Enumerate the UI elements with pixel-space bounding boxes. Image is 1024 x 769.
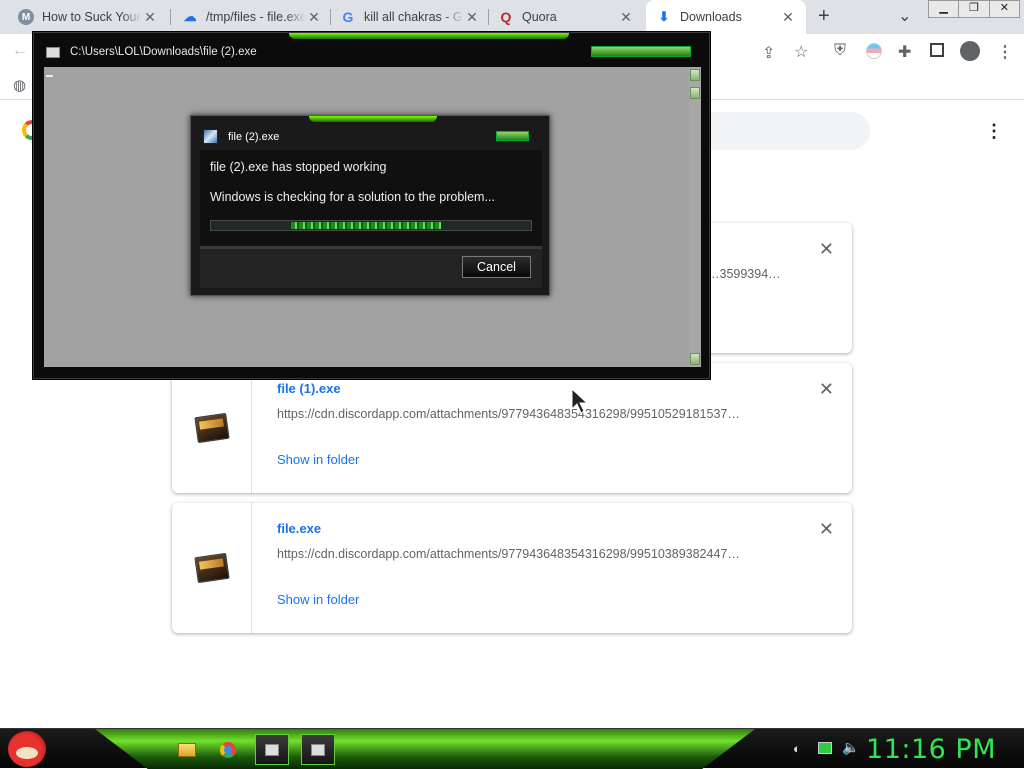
extension-flag-icon[interactable] [866,43,882,59]
close-icon[interactable]: ✕ [618,9,634,26]
remove-icon[interactable]: ✕ [819,519,834,540]
taskbar-chrome[interactable] [211,734,245,765]
taskbar-explorer[interactable] [170,734,204,765]
profile-avatar-icon[interactable] [960,41,980,61]
tab-title: Quora [522,10,557,24]
dialog-title: file (2).exe [228,131,280,143]
share-icon[interactable]: ⇪ [762,43,775,63]
close-icon[interactable]: ✕ [306,9,322,26]
window-controls: ▁ ❐ ✕ [928,0,1020,18]
error-dialog: file (2).exe file (2).exe has stopped wo… [190,115,550,296]
progress-bar [210,220,532,231]
error-message: file (2).exe has stopped working [210,160,387,174]
remove-icon[interactable]: ✕ [819,379,834,400]
download-item: file (1).exe https://cdn.discordapp.com/… [172,363,852,493]
console-scrollbar[interactable] [689,67,701,367]
network-icon[interactable] [818,742,832,754]
taskbar-clock[interactable]: 11:16 PM [866,734,996,765]
download-url[interactable]: https://cdn.discordapp.com/attachments/9… [277,547,777,561]
taskbar-console[interactable] [255,734,289,765]
file-icon-cell [172,503,252,633]
close-window-icon[interactable]: ✕ [990,1,1019,17]
caption-glow [289,33,569,39]
mouse-pointer-icon [571,387,589,414]
download-filename[interactable]: file (1).exe [277,381,341,396]
angry-bird-icon [16,747,38,759]
start-button[interactable] [8,731,46,767]
taskbar-error-dialog[interactable] [301,734,335,765]
restore-icon[interactable]: ❐ [959,1,990,17]
puzzle-icon[interactable]: ✚ [898,42,911,62]
download-url[interactable]: …3599394… [707,267,807,281]
tab-title: How to Suck Your [42,10,141,24]
console-window-buttons[interactable] [591,46,691,57]
tab-title: Downloads [680,10,742,24]
status-message: Windows is checking for a solution to th… [210,190,495,204]
tab-title: /tmp/files - file.exe [206,10,306,24]
side-panel-icon[interactable] [930,43,944,57]
cancel-button[interactable]: Cancel [462,256,531,278]
remove-icon[interactable]: ✕ [819,239,834,260]
volume-icon[interactable]: 🔈 [842,739,859,756]
dialog-body: file (2).exe has stopped working Windows… [200,150,542,246]
more-actions-icon[interactable]: ⋮ [985,121,1003,142]
tab-how-to[interactable]: M How to Suck Your ✕ [8,0,168,34]
minimize-icon[interactable]: ▁ [929,1,960,17]
tab-title: kill all chakras - G [364,10,463,24]
download-filename[interactable]: file.exe [277,521,321,536]
download-icon: ⬇ [658,9,670,24]
close-icon[interactable]: ✕ [142,9,158,26]
text-cursor [46,75,53,77]
chrome-icon [220,741,236,758]
back-icon[interactable]: ← [12,42,28,60]
console-title: C:\Users\LOL\Downloads\file (2).exe [70,46,257,58]
show-in-folder-link[interactable]: Show in folder [277,452,359,467]
tab-quora[interactable]: Q Quora ✕ [488,0,644,34]
folder-icon [178,742,196,757]
ublock-icon[interactable]: ⛨ [834,42,846,60]
close-icon[interactable]: ✕ [464,9,480,26]
window-icon [265,743,279,756]
exe-file-icon [193,412,230,444]
new-tab-button[interactable]: + [818,5,830,28]
globe-icon[interactable]: ◍ [13,76,26,94]
tab-strip: M How to Suck Your ✕ ☁ /tmp/files - file… [0,0,1024,34]
scroll-thumb[interactable] [690,87,700,99]
download-item: file.exe https://cdn.discordapp.com/atta… [172,503,852,633]
show-in-folder-link[interactable]: Show in folder [277,592,359,607]
close-icon[interactable]: ✕ [780,9,796,26]
dialog-window-button[interactable] [496,131,529,141]
scroll-down-icon[interactable] [690,353,700,365]
cloud-icon: ☁ [183,9,197,24]
tab-google[interactable]: G kill all chakras - G ✕ [330,0,490,34]
download-url[interactable]: https://cdn.discordapp.com/attachments/9… [277,407,777,421]
progress-marquee [291,222,441,229]
scroll-up-icon[interactable] [690,69,700,81]
file-icon-cell [172,363,252,493]
exe-file-icon [193,552,230,584]
window-icon [311,743,325,756]
caption-glow [309,116,437,122]
taskbar: ◐ 🔈 11:16 PM [0,728,1024,769]
menu-icon[interactable]: ⋮ [997,42,1013,62]
application-icon [203,129,218,144]
m-icon: M [18,9,34,25]
google-icon: G [342,9,354,25]
console-icon [46,47,60,58]
tab-downloads[interactable]: ⬇ Downloads ✕ [646,0,806,34]
quora-icon: Q [500,9,512,25]
tray-arrow-icon[interactable]: ◐ [793,741,801,756]
tab-search-button[interactable]: ⌄ [898,6,911,26]
tab-tmp-files[interactable]: ☁ /tmp/files - file.exe ✕ [172,0,332,34]
star-icon[interactable]: ☆ [794,42,808,62]
dialog-footer: Cancel [200,246,542,288]
